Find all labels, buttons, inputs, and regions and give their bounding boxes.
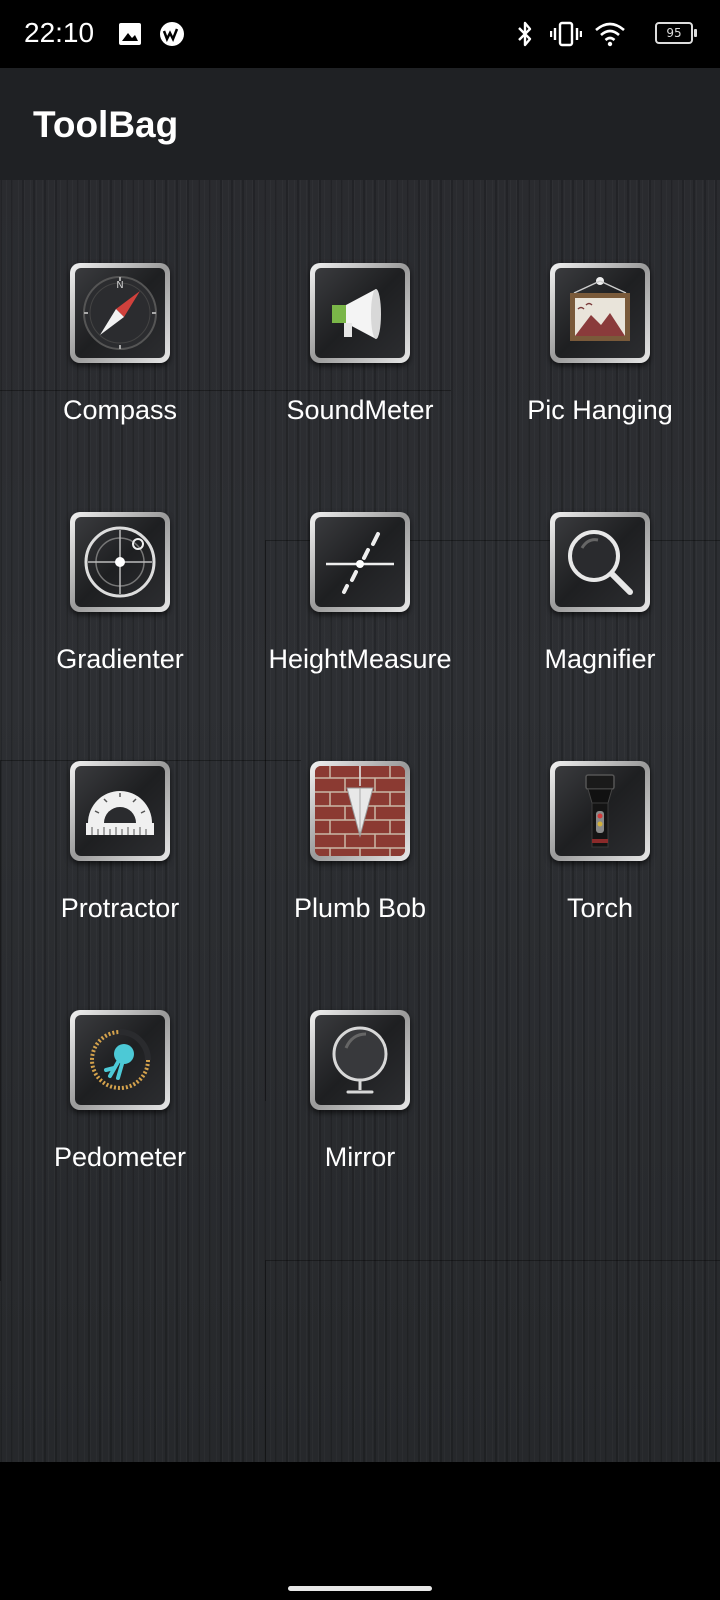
tool-grid: N Compass SoundMeter Pic Hanging Gradien… [0,180,720,1462]
magnifier-icon-frame [550,512,650,612]
tool-label: Protractor [60,893,180,923]
battery-icon: 95 [655,22,697,44]
compass-icon-frame: N [70,263,170,363]
protractor-icon-frame [70,761,170,861]
pedometer-icon-frame [70,1010,170,1110]
height-measure-icon-frame [310,512,410,612]
level-icon-frame [70,512,170,612]
tool-magnifier[interactable]: Magnifier [480,429,720,679]
tool-label: Magnifier [544,644,656,674]
svg-text:N: N [116,280,123,291]
vibrate-icon [550,18,582,50]
tool-gradienter[interactable]: Gradienter [0,429,240,679]
flashlight-icon-frame [550,761,650,861]
wifi-icon [594,18,626,50]
tool-label: Pic Hanging [527,395,673,425]
level-icon [75,517,165,607]
height-measure-icon [315,517,405,607]
tool-pic-hanging[interactable]: Pic Hanging [480,180,720,430]
plumb-bob-icon [315,766,405,856]
tool-protractor[interactable]: Protractor [0,678,240,928]
home-gesture-handle[interactable] [288,1586,432,1591]
tool-label: Mirror [324,1142,396,1172]
tool-torch[interactable]: Torch [480,678,720,928]
tool-soundmeter[interactable]: SoundMeter [240,180,480,430]
app-title: ToolBag [33,104,179,145]
protractor-icon [75,766,165,856]
pedometer-icon [75,1015,165,1105]
tool-label: Torch [566,893,634,923]
status-bar: 22:10 95 [0,0,720,68]
flashlight-icon [555,766,645,856]
mirror-icon-frame [310,1010,410,1110]
image-notification-icon [118,18,142,50]
tool-pedometer[interactable]: Pedometer [0,927,240,1177]
navigation-bar [0,1462,720,1600]
compass-icon: N [75,268,165,358]
megaphone-icon [315,268,405,358]
tool-plumb-bob[interactable]: Plumb Bob [240,678,480,928]
tool-label: SoundMeter [286,395,434,425]
app-notification-icon [158,18,186,50]
tool-label: HeightMeasure [268,644,452,674]
tool-mirror[interactable]: Mirror [240,927,480,1177]
bluetooth-icon [514,18,536,50]
tool-label: Plumb Bob [293,893,427,923]
magnifier-icon [555,517,645,607]
status-time: 22:10 [24,17,95,48]
tool-heightmeasure[interactable]: HeightMeasure [240,429,480,679]
mirror-icon [315,1015,405,1105]
picture-frame-icon-frame [550,263,650,363]
picture-frame-icon [555,268,645,358]
plumb-bob-icon-frame [310,761,410,861]
tool-label: Compass [62,395,178,425]
tool-label: Gradienter [56,644,184,674]
tool-label: Pedometer [53,1142,187,1172]
tool-compass[interactable]: N Compass [0,180,240,430]
app-bar: ToolBag [0,68,720,180]
megaphone-icon-frame [310,263,410,363]
